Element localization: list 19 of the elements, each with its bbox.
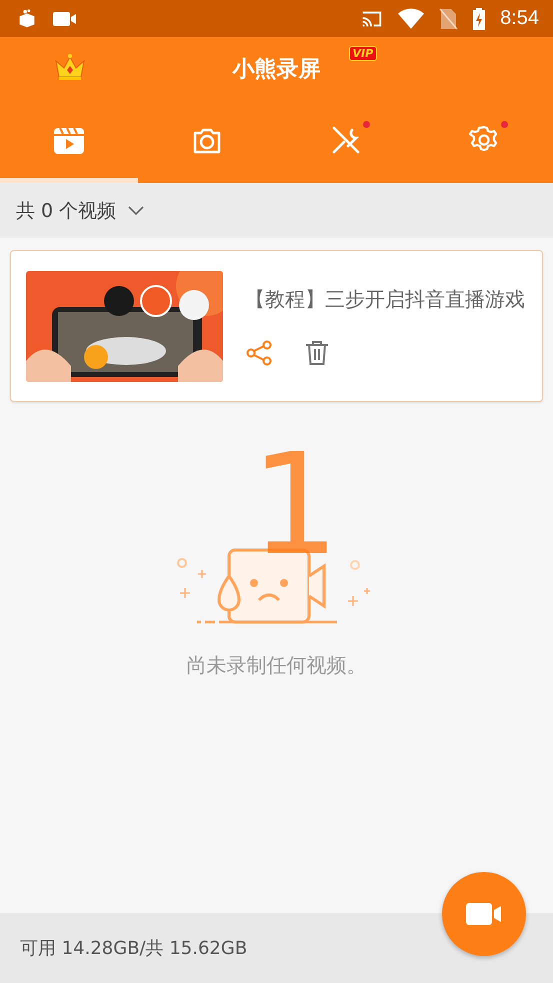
crown-icon[interactable] <box>54 53 86 81</box>
video-title: 【教程】三步开启抖音直播游戏 <box>245 286 525 313</box>
no-sim-icon <box>438 6 458 30</box>
app-title: 小熊录屏 <box>232 57 320 82</box>
share-icon[interactable] <box>245 339 273 367</box>
battery-charging-icon <box>472 6 486 30</box>
step-number: 1 <box>250 436 340 576</box>
vip-badge[interactable]: VIP <box>348 46 378 61</box>
video-camera-icon <box>464 900 504 928</box>
trash-icon[interactable] <box>303 339 331 367</box>
tools-icon <box>330 124 362 156</box>
wifi-icon <box>398 8 424 30</box>
empty-message: 尚未录制任何视频。 <box>186 652 366 679</box>
video-count-dropdown[interactable]: 共 0 个视频 <box>16 198 144 224</box>
video-card[interactable]: 【教程】三步开启抖音直播游戏 <box>10 250 543 402</box>
storage-info: 可用 14.28GB/共 15.62GB <box>20 937 248 960</box>
record-button[interactable] <box>442 872 526 956</box>
chevron-down-icon <box>128 206 144 216</box>
clock: 8:54 <box>500 7 539 30</box>
